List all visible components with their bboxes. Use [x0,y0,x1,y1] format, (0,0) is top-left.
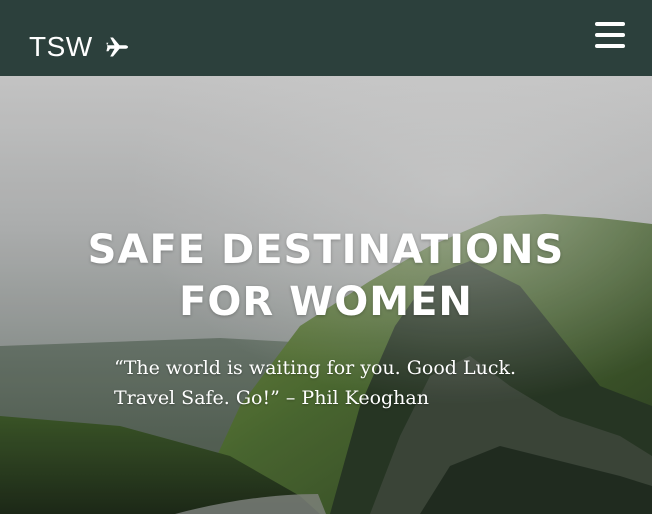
hamburger-menu-icon[interactable] [595,22,625,48]
top-navbar: TSW [0,0,652,76]
hero-title: SAFE DESTINATIONS FOR WOMEN [0,224,652,328]
brand-name: TSW [29,31,93,62]
hero-title-line-2: FOR WOMEN [179,279,473,325]
hero-banner: SAFE DESTINATIONS FOR WOMEN “The world i… [0,76,652,514]
hero-quote: “The world is waiting for you. Good Luck… [114,357,517,409]
airplane-icon [105,35,129,59]
hero-title-line-1: SAFE DESTINATIONS [87,227,565,273]
brand-logo-link[interactable]: TSW [29,30,129,64]
